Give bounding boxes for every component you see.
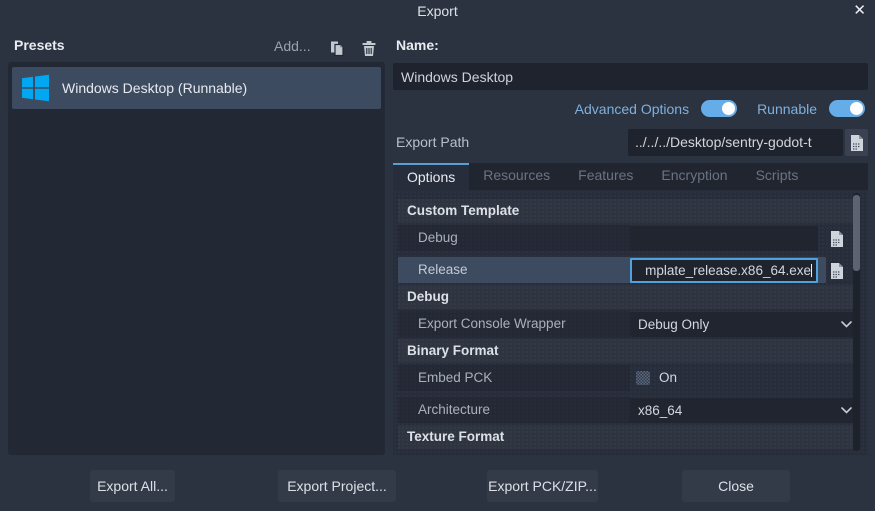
runnable-label[interactable]: Runnable [757, 101, 817, 117]
close-icon[interactable]: ✕ [853, 2, 866, 20]
tab-resources[interactable]: Resources [469, 163, 564, 190]
embed-pck-value: On [659, 365, 677, 391]
section-binary-format: Binary Format [398, 339, 853, 363]
toggle-knob [722, 102, 735, 115]
delete-preset-icon[interactable] [361, 40, 377, 57]
name-input[interactable] [393, 63, 868, 90]
preset-item-label: Windows Desktop (Runnable) [62, 80, 247, 96]
tab-scripts[interactable]: Scripts [742, 163, 813, 190]
windows-logo-icon [19, 72, 51, 104]
section-custom-template: Custom Template [398, 199, 853, 223]
release-template-browse-button[interactable] [824, 258, 849, 283]
console-wrapper-dropdown[interactable]: Debug Only [630, 312, 860, 337]
export-dialog: { "dialog": { "title": "Export", "close_… [0, 0, 875, 511]
row-embed-pck: Embed PCK On [398, 365, 853, 391]
release-template-input[interactable]: mplate_release.x86_64.exe [630, 258, 818, 283]
chevron-down-icon [841, 321, 852, 328]
embed-pck-checkbox[interactable] [636, 371, 650, 385]
console-wrapper-value: Debug Only [638, 312, 709, 337]
tab-features[interactable]: Features [564, 163, 647, 190]
file-browse-icon [829, 262, 844, 279]
file-browse-icon [829, 230, 844, 247]
embed-pck-label: Embed PCK [418, 365, 492, 391]
toggles-row: Advanced Options Runnable [575, 100, 865, 117]
options-panel: Custom Template Debug Release mplate_rel… [393, 190, 868, 455]
debug-template-browse-button[interactable] [824, 226, 849, 251]
export-path-label: Export Path [396, 134, 469, 150]
preset-item-windows-desktop[interactable]: Windows Desktop (Runnable) [12, 67, 381, 109]
debug-template-input[interactable] [630, 226, 818, 251]
section-debug: Debug [398, 285, 853, 309]
advanced-options-toggle[interactable] [701, 100, 737, 117]
release-template-label: Release [418, 257, 468, 283]
export-path-input[interactable]: ../../../Desktop/sentry-godot-t [628, 129, 843, 156]
debug-template-label: Debug [418, 225, 458, 251]
tab-encryption[interactable]: Encryption [647, 163, 741, 190]
text-caret [811, 264, 812, 277]
architecture-value: x86_64 [638, 398, 682, 423]
section-texture-format: Texture Format [398, 425, 853, 449]
export-path-browse-button[interactable] [845, 129, 868, 156]
architecture-label: Architecture [418, 397, 490, 423]
export-all-button[interactable]: Export All... [90, 470, 175, 502]
scrollbar-track[interactable] [853, 193, 860, 451]
row-architecture: Architecture x86_64 [398, 397, 853, 423]
toggle-knob [850, 102, 863, 115]
architecture-dropdown[interactable]: x86_64 [630, 398, 860, 423]
duplicate-preset-icon[interactable] [329, 40, 346, 57]
presets-list: Windows Desktop (Runnable) [8, 62, 385, 455]
add-preset-button[interactable]: Add... [274, 38, 311, 54]
row-export-console-wrapper: Export Console Wrapper Debug Only [398, 311, 853, 337]
row-custom-template-debug: Debug [398, 225, 853, 251]
row-custom-template-release: Release mplate_release.x86_64.exe [398, 257, 853, 283]
presets-header: Presets [14, 37, 65, 53]
console-wrapper-label: Export Console Wrapper [418, 311, 566, 337]
chevron-down-icon [841, 407, 852, 414]
scrollbar-thumb[interactable] [853, 195, 860, 271]
close-button[interactable]: Close [682, 470, 790, 502]
name-label: Name: [396, 37, 439, 53]
advanced-options-label[interactable]: Advanced Options [575, 101, 689, 117]
release-template-value: mplate_release.x86_64.exe [645, 263, 811, 278]
tab-bar: Options Resources Features Encryption Sc… [393, 163, 868, 190]
tab-options[interactable]: Options [393, 163, 469, 190]
export-pck-zip-button[interactable]: Export PCK/ZIP... [487, 470, 598, 502]
dialog-title: Export [0, 3, 875, 19]
file-browse-icon [849, 134, 864, 151]
export-project-button[interactable]: Export Project... [278, 470, 396, 502]
runnable-toggle[interactable] [829, 100, 865, 117]
